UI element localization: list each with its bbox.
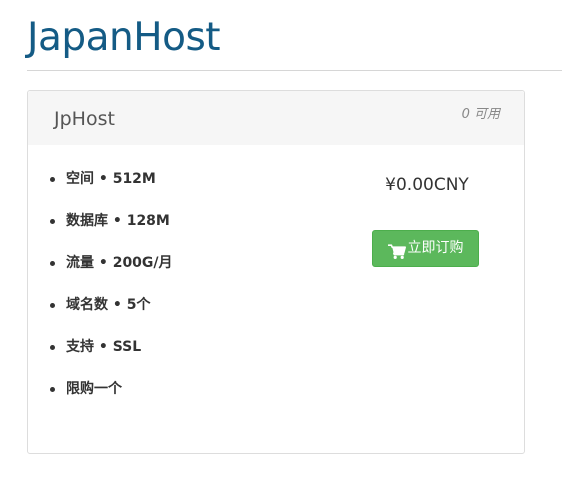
feature-list: 空间 • 512M 数据库 • 128M 流量 • 200G/月 域名数 • 5… (50, 167, 173, 419)
feature-separator: • (94, 255, 113, 271)
bullet-icon (50, 219, 55, 224)
feature-value: SSL (112, 339, 142, 355)
feature-separator: • (94, 339, 113, 355)
bullet-icon (50, 261, 55, 266)
feature-name: 支持 (66, 339, 94, 355)
list-item: 空间 • 512M (50, 167, 173, 209)
bullet-icon (50, 303, 55, 308)
list-item: 数据库 • 128M (50, 209, 173, 251)
page: JapanHost JpHost 0 可用 空间 • 512M 数据库 • 12… (0, 0, 562, 488)
feature-name: 限购一个 (66, 381, 122, 397)
product-panel: JpHost 0 可用 空间 • 512M 数据库 • 128M 流量 • 20… (27, 90, 525, 454)
feature-separator: • (108, 297, 127, 313)
title-divider (27, 70, 562, 71)
product-name: JpHost (54, 108, 115, 130)
feature-value: 512M (112, 171, 156, 187)
feature-value: 200G/月 (112, 255, 173, 271)
bullet-icon (50, 387, 55, 392)
product-price: ¥0.00CNY (385, 175, 469, 195)
shopping-cart-icon (387, 239, 406, 259)
feature-name: 域名数 (66, 297, 108, 313)
feature-value: 128M (126, 213, 170, 229)
feature-name: 流量 (66, 255, 94, 271)
feature-separator: • (94, 171, 113, 187)
bullet-icon (50, 177, 55, 182)
list-item: 限购一个 (50, 377, 173, 419)
feature-name: 数据库 (66, 213, 108, 229)
page-title: JapanHost (27, 15, 221, 60)
availability-count: 0 可用 (461, 107, 500, 122)
list-item: 流量 • 200G/月 (50, 251, 173, 293)
list-item: 支持 • SSL (50, 335, 173, 377)
bullet-icon (50, 345, 55, 350)
feature-separator: • (108, 213, 127, 229)
order-button-label: 立即订购 (407, 240, 464, 256)
order-now-button[interactable]: 立即订购 (372, 230, 479, 267)
feature-name: 空间 (66, 171, 94, 187)
list-item: 域名数 • 5个 (50, 293, 173, 335)
product-panel-header: JpHost 0 可用 (28, 91, 524, 145)
feature-value: 5个 (126, 297, 151, 313)
